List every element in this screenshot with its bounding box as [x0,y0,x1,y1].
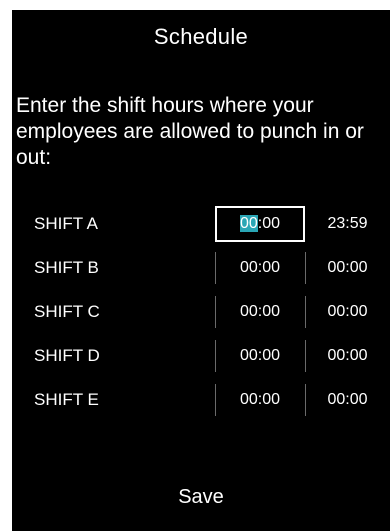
shift-row-c: SHIFT C 00:00 00:00 [12,294,390,330]
save-button[interactable]: Save [12,486,390,509]
shift-row-b: SHIFT B 00:00 00:00 [12,250,390,286]
shift-label-e: SHIFT E [34,390,99,409]
page-title: Schedule [153,24,249,49]
shift-row-a: SHIFT A 00:00 23:59 [12,206,390,242]
shift-row-d: SHIFT D 00:00 00:00 [12,338,390,374]
schedule-screen: Schedule Enter the shift hours where you… [12,10,390,531]
shift-a-end-field[interactable]: 23:59 [305,206,390,242]
shift-label-a: SHIFT A [34,214,98,233]
shift-label-b: SHIFT B [34,258,99,277]
instructions-text: Enter the shift hours where your employe… [16,94,364,169]
shift-d-end-field[interactable]: 00:00 [305,338,390,374]
shift-c-start-field[interactable]: 00:00 [215,294,305,330]
shift-a-start-minutes: :00 [257,215,281,232]
shift-row-e: SHIFT E 00:00 00:00 [12,382,390,418]
shift-a-start-hour-selected: 00 [239,215,258,232]
shift-d-start-field[interactable]: 00:00 [215,338,305,374]
shift-e-start-field[interactable]: 00:00 [215,382,305,418]
shift-a-start-field[interactable]: 00:00 [215,206,305,242]
shift-b-start-field[interactable]: 00:00 [215,250,305,286]
shift-b-end-field[interactable]: 00:00 [305,250,390,286]
shift-label-c: SHIFT C [34,302,100,321]
shift-label-d: SHIFT D [34,346,100,365]
shift-e-end-field[interactable]: 00:00 [305,382,390,418]
shift-c-end-field[interactable]: 00:00 [305,294,390,330]
device: Schedule Enter the shift hours where you… [0,0,390,531]
